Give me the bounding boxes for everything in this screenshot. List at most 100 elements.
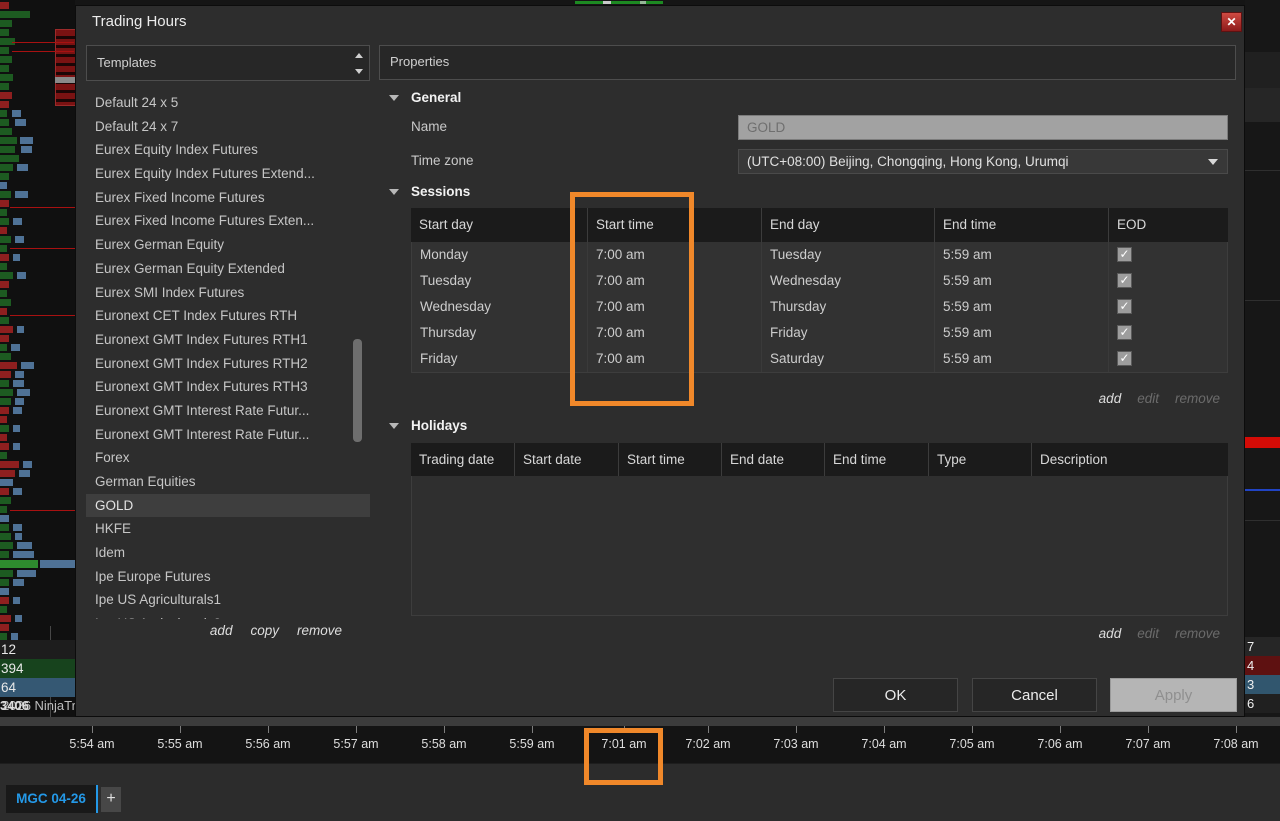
eod-checkbox[interactable]: ✓: [1117, 325, 1132, 340]
template-list-item[interactable]: Euronext GMT Index Futures RTH3: [86, 375, 370, 399]
action-link[interactable]: copy: [250, 623, 279, 638]
section-sessions[interactable]: Sessions: [389, 184, 470, 199]
axis-tick: [356, 726, 357, 733]
action-link[interactable]: add: [1099, 391, 1122, 406]
action-link[interactable]: edit: [1137, 626, 1159, 641]
action-link[interactable]: remove: [297, 623, 342, 638]
template-list-item[interactable]: Ipe US Agriculturals2: [86, 612, 370, 619]
time-axis-label: 7:07 am: [1125, 737, 1170, 751]
end-time-cell: 5:59 am: [934, 268, 1108, 294]
section-holidays[interactable]: Holidays: [389, 418, 467, 433]
close-button[interactable]: ✕: [1221, 12, 1242, 32]
template-list-item[interactable]: Ipe US Agriculturals1: [86, 588, 370, 612]
column-header[interactable]: Start date: [514, 443, 618, 476]
session-row[interactable]: Tuesday 7:00 am Wednesday 5:59 am ✓: [412, 268, 1227, 294]
scroll-down-button[interactable]: [350, 63, 368, 79]
template-list-item[interactable]: Euronext GMT Index Futures RTH1: [86, 328, 370, 352]
action-link[interactable]: remove: [1175, 391, 1220, 406]
price-label-text: 3: [1247, 677, 1254, 692]
template-list-item[interactable]: Ipe Europe Futures: [86, 565, 370, 589]
cancel-button[interactable]: Cancel: [972, 678, 1097, 712]
axis-tick: [92, 726, 93, 733]
sessions-actions: addedit remove: [411, 391, 1228, 406]
template-list-item[interactable]: Eurex German Equity Extended: [86, 257, 370, 281]
template-list-item[interactable]: Default 24 x 5: [86, 91, 370, 115]
apply-button[interactable]: Apply: [1110, 678, 1237, 712]
column-header[interactable]: EOD: [1108, 208, 1228, 242]
templates-scroll-spinner: [350, 47, 368, 79]
session-row[interactable]: Wednesday 7:00 am Thursday 5:59 am ✓: [412, 294, 1227, 320]
template-list-item[interactable]: German Equities: [86, 470, 370, 494]
ok-button[interactable]: OK: [833, 678, 958, 712]
session-row[interactable]: Monday 7:00 am Tuesday 5:59 am ✓: [412, 242, 1227, 268]
axis-tick: [532, 726, 533, 733]
template-list-item[interactable]: HKFE: [86, 517, 370, 541]
action-link[interactable]: remove: [1175, 626, 1220, 641]
timezone-select[interactable]: (UTC+08:00) Beijing, Chongqing, Hong Kon…: [738, 149, 1228, 174]
start-day-cell: Wednesday: [412, 294, 587, 320]
time-axis-label: 7:04 am: [861, 737, 906, 751]
gridline: [1245, 300, 1280, 301]
template-list-item[interactable]: Eurex SMI Index Futures: [86, 281, 370, 305]
action-link[interactable]: add: [210, 623, 233, 638]
scrollbar-thumb[interactable]: [353, 339, 362, 442]
template-list-item[interactable]: Eurex Equity Index Futures Extend...: [86, 162, 370, 186]
scroll-up-button[interactable]: [350, 47, 368, 63]
template-list-item[interactable]: Eurex Fixed Income Futures: [86, 186, 370, 210]
dialog-title-bar[interactable]: Trading Hours ✕: [76, 6, 1244, 40]
axis-tick: [1060, 726, 1061, 733]
price-label: 394: [0, 659, 75, 678]
column-header[interactable]: End time: [934, 208, 1108, 242]
template-list-item[interactable]: Eurex German Equity: [86, 233, 370, 257]
chart-blue-line: [1245, 489, 1280, 491]
template-list-item[interactable]: Euronext GMT Interest Rate Futur...: [86, 423, 370, 447]
session-row[interactable]: Thursday 7:00 am Friday 5:59 am ✓: [412, 320, 1227, 346]
templates-list: Default 24 x 5 Default 24 x 7 Eurex Equi…: [86, 81, 370, 619]
eod-checkbox[interactable]: ✓: [1117, 273, 1132, 288]
time-axis-label: 5:57 am: [333, 737, 378, 751]
axis-tick: [268, 726, 269, 733]
template-list-item[interactable]: Euronext GMT Index Futures RTH2: [86, 352, 370, 376]
column-header[interactable]: End day: [761, 208, 934, 242]
price-label: 6: [1245, 694, 1280, 713]
template-list-item[interactable]: Eurex Equity Index Futures: [86, 138, 370, 162]
action-link[interactable]: add: [1099, 626, 1122, 641]
price-axis-labels-right: 7 4 3 6: [1245, 637, 1280, 713]
template-list-item[interactable]: Euronext GMT Interest Rate Futur...: [86, 399, 370, 423]
eod-checkbox[interactable]: ✓: [1117, 247, 1132, 262]
column-header[interactable]: Start time: [618, 443, 721, 476]
template-list-item[interactable]: Euronext CET Index Futures RTH: [86, 304, 370, 328]
action-link[interactable]: edit: [1137, 391, 1159, 406]
end-time-cell: 5:59 am: [934, 242, 1108, 268]
eod-checkbox[interactable]: ✓: [1117, 351, 1132, 366]
template-list-item[interactable]: Idem: [86, 541, 370, 565]
template-list-item[interactable]: Forex: [86, 446, 370, 470]
column-header[interactable]: Description: [1031, 443, 1225, 476]
section-general[interactable]: General: [389, 90, 461, 105]
template-list-item[interactable]: GOLD: [86, 494, 370, 518]
column-header[interactable]: Type: [928, 443, 1031, 476]
time-axis-label: 5:58 am: [421, 737, 466, 751]
end-day-cell: Tuesday: [761, 242, 934, 268]
template-list-item[interactable]: Eurex Fixed Income Futures Exten...: [86, 209, 370, 233]
new-tab-button[interactable]: +: [101, 787, 121, 812]
chart-price-ladder: 12 394 64 3406 2026 NinjaTr: [0, 0, 75, 717]
holidays-actions: addedit remove: [411, 626, 1228, 641]
properties-header: Properties: [379, 45, 1236, 80]
column-header[interactable]: End time: [824, 443, 928, 476]
price-label: 3: [1245, 675, 1280, 694]
session-row[interactable]: Friday 7:00 am Saturday 5:59 am ✓: [412, 346, 1227, 372]
eod-checkbox[interactable]: ✓: [1117, 299, 1132, 314]
watermark-text: 2026 NinjaTr: [2, 698, 75, 713]
column-header[interactable]: End date: [721, 443, 824, 476]
chart-tab-mgc-04-26[interactable]: MGC 04-26: [6, 785, 98, 813]
collapse-triangle-icon: [389, 189, 399, 195]
gridline: [1245, 520, 1280, 521]
column-header[interactable]: Trading date: [411, 443, 514, 476]
chart-band: [1245, 88, 1280, 122]
column-header[interactable]: Start day: [411, 208, 587, 242]
price-label-text: 64: [1, 680, 16, 695]
template-list-item[interactable]: Default 24 x 7: [86, 115, 370, 139]
chart-red-bar: [1245, 437, 1280, 448]
triangle-down-icon: [355, 69, 363, 74]
